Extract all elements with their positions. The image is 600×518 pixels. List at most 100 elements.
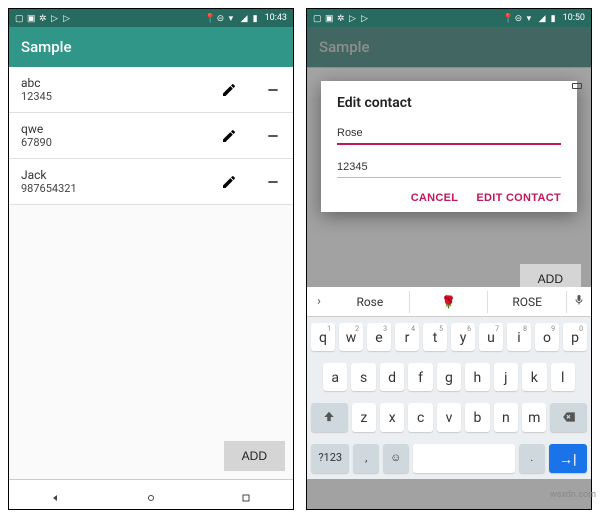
notif-icon: ▷ bbox=[361, 14, 370, 23]
battery-icon: ▮ bbox=[253, 14, 262, 23]
key-r[interactable]: r4 bbox=[395, 323, 419, 351]
dnd-icon: ⊝ bbox=[217, 14, 226, 23]
clock: 10:50 bbox=[563, 13, 585, 23]
key-v[interactable]: v bbox=[437, 403, 461, 432]
wifi-icon: ▾ bbox=[229, 14, 238, 23]
status-bar: ▢ ▣ ✲ ▷ ▷ 📍 ⊝ ▾ ◢ ▮ 10:43 bbox=[9, 9, 293, 27]
key-y[interactable]: y6 bbox=[451, 323, 475, 351]
key-x[interactable]: x bbox=[380, 403, 404, 432]
backspace-key[interactable] bbox=[550, 403, 587, 432]
app-title: Sample bbox=[21, 38, 72, 56]
list-item[interactable]: Jack 987654321 bbox=[9, 159, 293, 205]
delete-icon[interactable] bbox=[265, 128, 281, 144]
key-i[interactable]: i8 bbox=[507, 323, 531, 351]
edit-contact-dialog: Edit contact CANCEL EDIT CONTACT bbox=[321, 81, 577, 212]
key-d[interactable]: d bbox=[380, 363, 404, 391]
keyboard: › Rose 🌹 ROSE q1 w2 e3 r4 t5 y6 u7 i8 o9… bbox=[307, 287, 591, 479]
delete-icon[interactable] bbox=[265, 82, 281, 98]
key-k[interactable]: k bbox=[522, 363, 546, 391]
recents-icon[interactable] bbox=[240, 489, 252, 501]
notif-icon: ✲ bbox=[337, 14, 346, 23]
keyboard-switch-icon[interactable] bbox=[571, 77, 583, 89]
notif-icon: ▣ bbox=[325, 14, 334, 23]
key-b[interactable]: b bbox=[465, 403, 489, 432]
back-icon[interactable] bbox=[50, 489, 62, 501]
contact-number: 12345 bbox=[21, 90, 221, 103]
contact-number: 987654321 bbox=[21, 182, 221, 195]
contact-number: 67890 bbox=[21, 136, 221, 149]
key-g[interactable]: g bbox=[437, 363, 461, 391]
add-button[interactable]: ADD bbox=[224, 441, 285, 471]
key-p[interactable]: p0 bbox=[563, 323, 587, 351]
key-l[interactable]: l bbox=[551, 363, 575, 391]
status-left-icons: ▢ ▣ ✲ ▷ ▷ bbox=[15, 14, 72, 23]
key-s[interactable]: s bbox=[351, 363, 375, 391]
key-w[interactable]: w2 bbox=[339, 323, 363, 351]
symbols-key[interactable]: ?123 bbox=[311, 444, 349, 473]
nav-bar bbox=[9, 479, 293, 509]
key-q[interactable]: q1 bbox=[311, 323, 335, 351]
delete-icon[interactable] bbox=[265, 174, 281, 190]
shift-key[interactable] bbox=[311, 403, 348, 432]
phone-left: ▢ ▣ ✲ ▷ ▷ 📍 ⊝ ▾ ◢ ▮ 10:43 Sample abc 123… bbox=[8, 8, 294, 510]
watermark: wsxdn.com bbox=[550, 490, 596, 500]
status-bar: ▢ ▣ ✲ ▷ ▷ 📍 ⊝ ▾ ◢ ▮ 10:50 bbox=[307, 9, 591, 27]
suggestion[interactable]: Rose bbox=[331, 291, 410, 313]
expand-suggestions-icon[interactable]: › bbox=[307, 294, 331, 309]
enter-key[interactable]: →| bbox=[549, 444, 587, 473]
signal-icon: ◢ bbox=[241, 14, 250, 23]
comma-key[interactable]: , bbox=[353, 444, 379, 473]
location-icon: 📍 bbox=[503, 14, 512, 23]
key-m[interactable]: m bbox=[522, 403, 546, 432]
key-h[interactable]: h bbox=[465, 363, 489, 391]
notif-icon: ▷ bbox=[349, 14, 358, 23]
home-icon[interactable] bbox=[145, 489, 157, 501]
key-row-1: q1 w2 e3 r4 t5 y6 u7 i8 o9 p0 bbox=[307, 317, 591, 357]
key-row-2: a s d f g h j k l bbox=[307, 357, 591, 397]
key-j[interactable]: j bbox=[494, 363, 518, 391]
notif-icon: ▷ bbox=[51, 14, 60, 23]
contact-name: Jack bbox=[21, 168, 221, 182]
location-icon: 📍 bbox=[205, 14, 214, 23]
notif-icon: ✲ bbox=[39, 14, 48, 23]
notif-icon: ▢ bbox=[15, 14, 24, 23]
status-right-icons: 📍 ⊝ ▾ ◢ ▮ 10:50 bbox=[503, 13, 585, 23]
key-f[interactable]: f bbox=[408, 363, 432, 391]
key-row-4: ?123 , ☺ . →| bbox=[307, 438, 591, 479]
key-o[interactable]: o9 bbox=[535, 323, 559, 351]
name-field[interactable] bbox=[337, 123, 561, 145]
list-item[interactable]: qwe 67890 bbox=[9, 113, 293, 159]
suggestion[interactable]: 🌹 bbox=[410, 291, 489, 313]
status-left-icons: ▢ ▣ ✲ ▷ ▷ bbox=[313, 14, 370, 23]
number-field[interactable] bbox=[337, 157, 561, 178]
status-right-icons: 📍 ⊝ ▾ ◢ ▮ 10:43 bbox=[205, 13, 287, 23]
confirm-button[interactable]: EDIT CONTACT bbox=[476, 192, 561, 204]
notif-icon: ▷ bbox=[63, 14, 72, 23]
edit-icon[interactable] bbox=[221, 128, 237, 144]
period-key[interactable]: . bbox=[519, 444, 545, 473]
suggestion[interactable]: ROSE bbox=[488, 291, 567, 313]
key-a[interactable]: a bbox=[323, 363, 347, 391]
key-z[interactable]: z bbox=[352, 403, 376, 432]
app-bar: Sample bbox=[9, 27, 293, 67]
edit-icon[interactable] bbox=[221, 82, 237, 98]
wifi-icon: ▾ bbox=[527, 14, 536, 23]
dnd-icon: ⊝ bbox=[515, 14, 524, 23]
key-u[interactable]: u7 bbox=[479, 323, 503, 351]
key-n[interactable]: n bbox=[494, 403, 518, 432]
cancel-button[interactable]: CANCEL bbox=[411, 192, 459, 204]
contact-name: qwe bbox=[21, 122, 221, 136]
key-t[interactable]: t5 bbox=[423, 323, 447, 351]
space-key[interactable] bbox=[413, 444, 515, 473]
list-item[interactable]: abc 12345 bbox=[9, 67, 293, 113]
phone-right: ▢ ▣ ✲ ▷ ▷ 📍 ⊝ ▾ ◢ ▮ 10:50 Sample Edit co… bbox=[306, 8, 592, 510]
contact-text: qwe 67890 bbox=[21, 122, 221, 149]
notif-icon: ▣ bbox=[27, 14, 36, 23]
battery-icon: ▮ bbox=[551, 14, 560, 23]
key-c[interactable]: c bbox=[408, 403, 432, 432]
emoji-key[interactable]: ☺ bbox=[383, 444, 409, 473]
edit-icon[interactable] bbox=[221, 174, 237, 190]
mic-icon[interactable] bbox=[567, 294, 591, 309]
contacts-list: abc 12345 qwe 67890 bbox=[9, 67, 293, 205]
key-e[interactable]: e3 bbox=[367, 323, 391, 351]
